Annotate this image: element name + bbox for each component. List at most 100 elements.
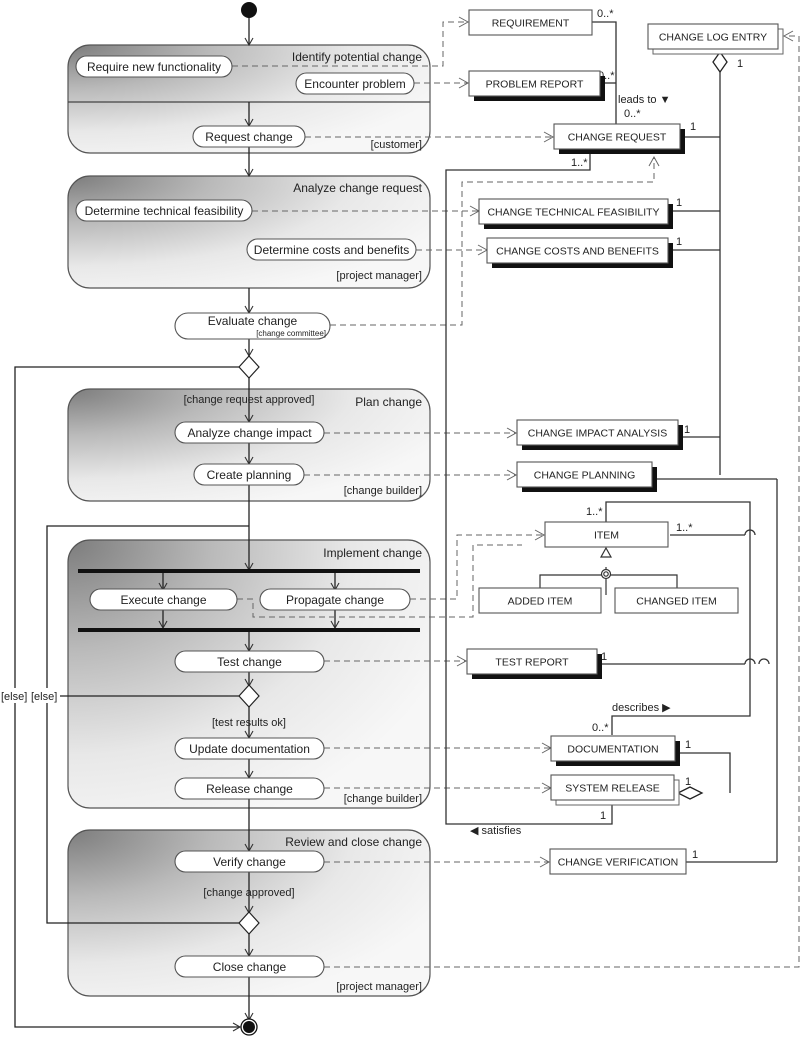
class-changed-item[interactable]: CHANGED ITEM	[614, 587, 739, 614]
activity-execute-change[interactable]: Execute change	[89, 588, 238, 611]
group-role: [change builder]	[344, 793, 422, 805]
class-change-technical-feasibility[interactable]: CHANGE TECHNICAL FEASIBILITY	[478, 198, 673, 229]
initial-node	[241, 2, 257, 18]
activity-determine-costs-and-benefits[interactable]: Determine costs and benefits	[246, 238, 417, 261]
activity-request-change[interactable]: Request change	[192, 125, 306, 148]
activity-propagate-change[interactable]: Propagate change	[259, 588, 411, 611]
class-item[interactable]: ITEM	[544, 521, 669, 548]
line-hops	[744, 529, 770, 665]
class-label: CHANGE VERIFICATION	[558, 857, 679, 869]
activity-label: Create planning	[207, 468, 292, 482]
multiplicity: 1	[676, 236, 682, 248]
guard-label: [change request approved]	[184, 394, 315, 406]
multiplicity: 1	[676, 197, 682, 209]
class-change-impact-analysis[interactable]: CHANGE IMPACT ANALYSIS	[516, 419, 683, 450]
association-label: describes ▶	[612, 702, 671, 714]
activity-label: Propagate change	[286, 593, 384, 607]
class-label: DOCUMENTATION	[567, 744, 658, 756]
guard-label: [else]	[31, 691, 57, 703]
association-label: ◀ satisfies	[470, 825, 522, 837]
class-label: REQUIREMENT	[492, 18, 570, 30]
aggregation-diamond	[676, 786, 704, 800]
join-bar	[78, 628, 420, 632]
association-label: leads to ▼	[618, 94, 670, 106]
multiplicity: 1..*	[676, 522, 693, 534]
final-node	[240, 1018, 258, 1036]
class-test-report[interactable]: TEST REPORT	[466, 648, 602, 679]
activity-update-documentation[interactable]: Update documentation	[174, 737, 325, 760]
activity-label: Release change	[206, 782, 293, 796]
class-label: CHANGE TECHNICAL FEASIBILITY	[487, 207, 659, 219]
class-problem-report[interactable]: PROBLEM REPORT	[468, 70, 605, 101]
activity-release-change[interactable]: Release change	[174, 777, 325, 800]
activity-determine-technical-feasibility[interactable]: Determine technical feasibility	[75, 199, 253, 222]
multiplicity: 1..*	[586, 506, 603, 518]
group-title: Review and close change	[285, 835, 422, 849]
class-label: ITEM	[594, 530, 619, 542]
activity-require-new-functionality[interactable]: Require new functionality	[75, 55, 233, 78]
group-role: [customer]	[371, 139, 422, 151]
activity-test-change[interactable]: Test change	[174, 650, 325, 673]
group-title: Analyze change request	[293, 181, 422, 195]
activity-close-change[interactable]: Close change	[174, 955, 325, 978]
class-label: CHANGE PLANNING	[534, 470, 636, 482]
activity-label: Request change	[205, 130, 293, 144]
class-documentation[interactable]: DOCUMENTATION	[550, 735, 680, 766]
uml-diagram: Identify potential change [customer] Ana…	[0, 2, 800, 1036]
multiplicity: 0..*	[597, 8, 614, 20]
activity-label: Evaluate change	[208, 314, 298, 328]
multiplicity: 0..*	[624, 108, 641, 120]
activity-encounter-problem[interactable]: Encounter problem	[295, 72, 415, 95]
class-label: CHANGE LOG ENTRY	[659, 32, 767, 44]
activity-verify-change[interactable]: Verify change	[174, 850, 325, 873]
group-role: [project manager]	[336, 981, 422, 993]
multiplicity: 1	[684, 424, 690, 436]
class-label: CHANGE IMPACT ANALYSIS	[528, 428, 667, 440]
activity-label: Require new functionality	[87, 60, 221, 74]
group-role: [project manager]	[336, 270, 422, 282]
group-role: [change builder]	[344, 485, 422, 497]
multiplicity: 1	[690, 121, 696, 133]
multiplicity: 1	[600, 810, 606, 822]
class-label: SYSTEM RELEASE	[565, 783, 660, 795]
activity-evaluate-change[interactable]: Evaluate change[change committee]	[174, 312, 331, 340]
aggregation-diamond	[712, 50, 728, 74]
class-label: TEST REPORT	[495, 657, 569, 669]
activity-label: Encounter problem	[304, 77, 405, 91]
class-change-request[interactable]: CHANGE REQUEST	[553, 123, 685, 154]
activity-label: Close change	[213, 960, 287, 974]
group-title: Identify potential change	[292, 50, 422, 64]
guard-label: [test results ok]	[212, 717, 286, 729]
guard-label: [change approved]	[203, 887, 294, 899]
multiplicity: 1	[737, 58, 743, 70]
activity-label: Verify change	[213, 855, 286, 869]
activity-label: Analyze change impact	[187, 426, 312, 440]
multiplicity: 1	[685, 739, 691, 751]
activity-label: Execute change	[120, 593, 206, 607]
class-added-item[interactable]: ADDED ITEM	[478, 587, 602, 614]
class-label: CHANGE REQUEST	[568, 132, 667, 144]
class-change-costs-and-benefits[interactable]: CHANGE COSTS AND BENEFITS	[486, 237, 673, 268]
activity-create-planning[interactable]: Create planning	[193, 463, 305, 486]
activity-label: Update documentation	[189, 742, 310, 756]
class-change-verification[interactable]: CHANGE VERIFICATION	[549, 848, 687, 875]
multiplicity: 1..*	[571, 157, 588, 169]
guard-label: [else]	[1, 691, 27, 703]
group-title: Implement change	[323, 546, 422, 560]
fork-bar	[78, 569, 420, 573]
activity-label: Determine technical feasibility	[85, 204, 244, 218]
decision-node	[238, 355, 260, 379]
class-label: ADDED ITEM	[508, 596, 573, 608]
class-label: CHANGE COSTS AND BENEFITS	[496, 246, 659, 258]
group-title: Plan change	[355, 395, 422, 409]
class-label: CHANGED ITEM	[636, 596, 717, 608]
activity-sublabel: [change committee]	[256, 329, 326, 338]
class-requirement[interactable]: REQUIREMENT	[468, 9, 593, 36]
class-change-log-entry[interactable]: CHANGE LOG ENTRY	[647, 23, 784, 55]
class-change-planning[interactable]: CHANGE PLANNING	[516, 461, 657, 492]
activity-label: Test change	[217, 655, 282, 669]
activity-analyze-change-impact[interactable]: Analyze change impact	[174, 421, 325, 444]
class-label: PROBLEM REPORT	[486, 79, 584, 91]
multiplicity: 1	[685, 776, 691, 788]
class-system-release[interactable]: SYSTEM RELEASE	[550, 774, 680, 806]
